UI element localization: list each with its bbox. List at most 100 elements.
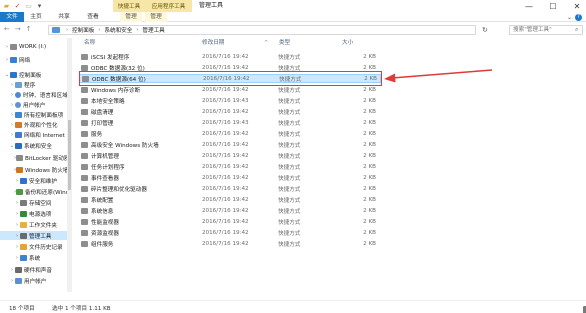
table-row[interactable]: ODBC 数据源(32 位) 2016/7/16 19:42 快捷方式 2 KB [79, 63, 381, 72]
table-row[interactable]: 服务 2016/7/16 19:42 快捷方式 2 KB [79, 129, 381, 138]
sidebar-item-firewall[interactable]: › Windows 防火墙 [0, 165, 68, 174]
sidebar-item-power[interactable]: › 电源选项 [0, 209, 68, 218]
table-row[interactable]: iSCSI 发起程序 2016/7/16 19:42 快捷方式 2 KB [79, 52, 381, 61]
table-row[interactable]: 资源监视器 2016/7/16 19:42 快捷方式 2 KB [79, 228, 381, 237]
item-count: 18 个项目 [9, 306, 35, 312]
table-row[interactable]: 事件查看器 2016/7/16 19:42 快捷方式 2 KB [79, 173, 381, 182]
customize-dropdown-icon[interactable]: ▾ [35, 2, 44, 11]
address-bar[interactable]: › 控制面板 › 系统和安全 › 管理工具 [48, 25, 476, 35]
table-row[interactable]: ODBC 数据源(64 位) 2016/7/16 19:42 快捷方式 2 KB [79, 74, 381, 83]
sidebar-item-control-panel[interactable]: ⌄ 控制面板 [0, 70, 68, 79]
breadcrumb-admin-tools[interactable]: 管理工具 [142, 26, 164, 34]
search-icon: ⌕ [575, 26, 579, 33]
sidebar-item-hardware-sound[interactable]: › 硬件和声音 [0, 265, 68, 274]
new-folder-icon[interactable]: ▭ [24, 2, 33, 11]
sidebar-item-storage[interactable]: › 存储空间 [0, 198, 68, 207]
table-row[interactable]: 碎片整理和优化驱动器 2016/7/16 19:42 快捷方式 2 KB [79, 184, 381, 193]
security-icon [15, 142, 22, 149]
drive-icon [10, 43, 17, 50]
column-header-name[interactable]: 名称 [84, 38, 95, 48]
search-input[interactable] [509, 25, 583, 35]
column-header-size[interactable]: 大小 [342, 38, 353, 48]
shortcut-icon [81, 97, 88, 104]
breadcrumb-system-security[interactable]: 系统和安全 [104, 26, 132, 34]
sidebar-item-work-folders[interactable]: › 工作文件夹 [0, 220, 68, 229]
sidebar-item-backup[interactable]: ›备份和还原(Windows 7) [0, 187, 68, 196]
context-tab-group-app: 应用程序工具 [145, 0, 192, 12]
ribbon-tabs: 文件 主页 共享 查看 管理 管理 ⌄ ? [0, 12, 586, 22]
sidebar-item-label: 系统和安全 [24, 143, 52, 150]
folder-icon[interactable]: ▰ [2, 2, 11, 11]
table-row[interactable]: 组件服务 2016/7/16 19:42 快捷方式 2 KB [79, 239, 381, 248]
sidebar-item-network-internet[interactable]: › 网络和 Internet [0, 130, 68, 139]
sidebar-item-user-accounts[interactable]: › 用户帐户 [0, 100, 68, 109]
sidebar-item-system-security[interactable]: ⌄ 系统和安全 [0, 141, 68, 150]
sort-ascending-icon: ^ [264, 40, 269, 46]
ribbon-expand-icon[interactable]: ⌄ [567, 14, 572, 21]
table-row[interactable]: 任务计划程序 2016/7/16 19:42 快捷方式 2 KB [79, 162, 381, 171]
file-date: 2016/7/16 19:43 [202, 97, 249, 104]
file-type: 快捷方式 [278, 98, 301, 105]
table-row[interactable]: 高级安全 Windows 防火墙 2016/7/16 19:42 快捷方式 2 KB [79, 140, 381, 149]
sidebar-item-system[interactable]: › 系统 [0, 253, 68, 262]
table-row[interactable]: 打印管理 2016/7/16 19:43 快捷方式 2 KB [79, 118, 381, 127]
sidebar-item-bitlocker[interactable]: ›BitLocker 驱动器加密 [0, 153, 68, 162]
table-row[interactable]: 系统信息 2016/7/16 19:42 快捷方式 2 KB [79, 206, 381, 215]
column-header-date[interactable]: 修改日期 [202, 38, 224, 48]
file-size: 2 KB [363, 185, 376, 192]
table-row[interactable]: 磁盘清理 2016/7/16 19:42 快捷方式 2 KB [79, 107, 381, 116]
sidebar-item-label: 存储空间 [29, 200, 52, 207]
tab-share[interactable]: 共享 [52, 12, 76, 22]
sidebar-item-security-maintenance[interactable]: › 安全和维护 [0, 176, 68, 185]
table-row[interactable]: 本地安全策略 2016/7/16 19:43 快捷方式 2 KB [79, 96, 381, 105]
sidebar-scrollbar-thumb[interactable] [68, 120, 71, 190]
sidebar-item-file-history[interactable]: › 文件历史记录 [0, 242, 68, 251]
tab-home[interactable]: 主页 [26, 12, 46, 22]
navigation-pane: › WORK (I:) › 网络 ⌄ 控制面板 › 程序 › 时钟、语言和区域 › 用户帐户… [0, 38, 68, 292]
sidebar-item-user-accounts-2[interactable]: › 用户帐户 [0, 276, 68, 285]
properties-icon[interactable]: ✓ [13, 2, 22, 11]
file-size: 2 KB [363, 53, 376, 60]
table-row[interactable]: 计算机管理 2016/7/16 19:42 快捷方式 2 KB [79, 151, 381, 160]
maximize-button[interactable]: ☐ [548, 2, 558, 11]
file-size: 2 KB [363, 108, 376, 115]
forward-button[interactable]: → [15, 25, 21, 33]
sidebar-item-label: 控制面板 [19, 72, 42, 79]
file-date: 2016/7/16 19:42 [202, 141, 249, 148]
sidebar-item-clock-region[interactable]: › 时钟、语言和区域 [0, 90, 68, 99]
hardware-icon [15, 266, 22, 273]
tab-manage-app[interactable]: 管理 [145, 12, 167, 22]
table-row[interactable]: Windows 内存诊断 2016/7/16 19:42 快捷方式 2 KB [79, 85, 381, 94]
table-row[interactable]: 系统配置 2016/7/16 19:42 快捷方式 2 KB [79, 195, 381, 204]
sidebar-item-all-items[interactable]: › 所有控制面板项 [0, 110, 68, 119]
column-header-type[interactable]: 类型 [279, 38, 290, 48]
sidebar-item-admin-tools[interactable]: › 管理工具 [0, 231, 68, 240]
close-button[interactable]: ✕ [572, 2, 582, 11]
shortcut-icon [81, 130, 88, 137]
sidebar-item-work-drive[interactable]: › WORK (I:) [0, 42, 68, 51]
sidebar-item-appearance[interactable]: › 外观和个性化 [0, 120, 68, 129]
shortcut-icon [81, 218, 88, 225]
sidebar-item-label: 网络 [19, 57, 31, 64]
tab-view[interactable]: 查看 [82, 12, 104, 22]
table-row[interactable]: 性能监视器 2016/7/16 19:42 快捷方式 2 KB [79, 217, 381, 226]
sidebar-item-network[interactable]: › 网络 [0, 55, 68, 64]
ribbon-right-controls: ⌄ ? [567, 13, 582, 21]
help-icon[interactable]: ? [575, 13, 582, 21]
sidebar-item-programs[interactable]: › 程序 [0, 80, 68, 89]
tab-file[interactable]: 文件 [0, 12, 24, 22]
tab-manage-shortcut[interactable]: 管理 [120, 12, 142, 22]
file-list: 名称 ^ 修改日期 类型 大小 iSCSI 发起程序 2016/7/16 19:4… [74, 38, 586, 292]
breadcrumb-control-panel[interactable]: 控制面板 [72, 26, 94, 34]
refresh-button[interactable]: ↻ [482, 26, 488, 34]
file-date: 2016/7/16 19:43 [202, 119, 249, 126]
file-date: 2016/7/16 19:42 [202, 152, 249, 159]
minimize-button[interactable]: — [524, 2, 534, 11]
clock-icon [15, 91, 21, 98]
up-button[interactable]: ↑ [26, 25, 32, 33]
file-size: 2 KB [363, 97, 376, 104]
sidebar-item-label: 外观和个性化 [24, 122, 58, 129]
file-size: 2 KB [363, 64, 376, 71]
file-size: 2 KB [363, 130, 376, 137]
back-button[interactable]: ← [4, 25, 10, 33]
